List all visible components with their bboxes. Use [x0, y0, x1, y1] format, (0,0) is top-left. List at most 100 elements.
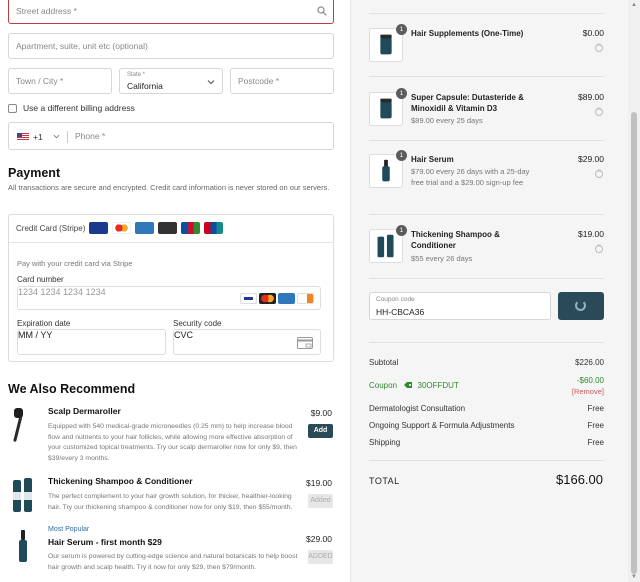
remove-item-icon[interactable] — [595, 42, 603, 52]
scrollbar-thumb[interactable] — [631, 112, 637, 574]
dermaroller-image — [13, 408, 23, 442]
cart-item-subscription: $55 every 26 days — [411, 254, 473, 263]
quantity-badge: 1 — [396, 150, 407, 161]
search-icon — [317, 6, 327, 16]
cart-item-name: Thickening Shampoo & Conditioner — [411, 230, 500, 250]
stripe-note: Pay with your credit card via Stripe — [17, 259, 133, 268]
card-number-label: Card number — [17, 275, 64, 284]
mastercard-icon — [259, 293, 276, 304]
total-value: $166.00 — [556, 472, 603, 487]
coupon-discount: -$60.00 — [576, 376, 604, 385]
support-row: Ongoing Support & Formula Adjustments Fr… — [369, 421, 604, 430]
visa-icon — [89, 222, 108, 234]
shampoo-conditioner-image — [13, 478, 32, 512]
cart-item-subscription: $89.00 every 25 days — [411, 116, 483, 125]
coupon-code-value: HH-CBCA36 — [376, 307, 425, 317]
different-billing-option[interactable]: Use a different billing address — [8, 103, 135, 113]
add-button[interactable]: Add — [308, 424, 333, 438]
chevron-down-icon — [207, 80, 215, 85]
divider — [369, 140, 604, 141]
card-number-input[interactable]: 1234 1234 1234 1234 — [17, 286, 321, 310]
state-select[interactable]: State * California — [119, 68, 223, 94]
coupon-code: 30OFFDUT — [417, 381, 459, 390]
coupon-code-label: Coupon code — [376, 296, 415, 303]
shipping-row: Shipping Free — [369, 438, 604, 447]
subtotal-label: Subtotal — [369, 358, 399, 367]
checkout-form: Street address * Apartment, suite, unit … — [0, 0, 350, 582]
chevron-down-icon[interactable] — [53, 133, 60, 140]
subtotal-row: Subtotal $226.00 — [369, 358, 604, 367]
total-label: TOTAL — [369, 476, 400, 486]
recommend-heading: We Also Recommend — [8, 382, 136, 396]
added-button[interactable]: ADDED — [308, 550, 333, 564]
discover-icon — [297, 293, 314, 304]
added-button[interactable]: Added — [308, 494, 333, 508]
expiration-label: Expiration date — [17, 319, 71, 328]
loading-spinner-icon — [575, 300, 586, 311]
state-value: California — [127, 81, 163, 91]
expiration-input[interactable]: MM / YY — [17, 329, 166, 355]
scroll-down-icon[interactable]: ▼ — [631, 574, 637, 580]
apartment-input[interactable]: Apartment, suite, unit etc (optional) — [8, 33, 334, 59]
cart-item-name: Hair Supplements (One-Time) — [411, 29, 524, 38]
apply-coupon-button[interactable] — [558, 292, 604, 320]
cart-item-name: Hair Serum — [411, 155, 454, 164]
support-label: Ongoing Support & Formula Adjustments — [369, 421, 515, 430]
phone-country-code[interactable]: +1 — [33, 132, 43, 142]
payment-method-header[interactable]: Credit Card (Stripe) — [9, 215, 333, 243]
card-number-brand-icons — [240, 293, 314, 304]
scrollbar[interactable]: ▲ ▼ — [628, 0, 640, 582]
coupon-row: Coupon 30OFFDUT -$60.00 [Remove] — [369, 376, 604, 396]
security-code-input[interactable]: CVC — [173, 329, 321, 355]
billing-checkbox[interactable] — [8, 103, 17, 113]
quantity-badge: 1 — [396, 225, 407, 236]
cart-item-name: Super Capsule: Dutasteride & Minoxidil &… — [411, 93, 524, 113]
unionpay-icon — [204, 222, 223, 234]
remove-coupon-link[interactable]: [Remove] — [572, 387, 604, 396]
quantity-badge: 1 — [396, 24, 407, 35]
postcode-placeholder: Postcode * — [238, 76, 280, 86]
coupon-code-input[interactable]: Coupon code HH-CBCA36 — [369, 292, 551, 320]
most-popular-badge: Most Popular — [48, 526, 90, 533]
jcb-icon — [181, 222, 200, 234]
amex-icon — [278, 293, 295, 304]
recommend-item-desc: Equipped with 540 medical-grade micronee… — [48, 423, 297, 462]
shipping-value: Free — [587, 438, 604, 447]
dermatologist-row: Dermatologist Consultation Free — [369, 404, 604, 413]
dermatologist-label: Dermatologist Consultation — [369, 404, 466, 413]
scroll-up-icon[interactable]: ▲ — [631, 2, 637, 8]
cart-item-price: $0.00 — [582, 28, 604, 38]
phone-input[interactable]: +1 Phone * — [8, 122, 334, 150]
recommend-item-desc: Our serum is powered by cutting-edge sci… — [48, 553, 298, 571]
order-summary: 1 Hair Supplements (One-Time) $0.00 1 Su… — [350, 0, 640, 582]
state-label: State * — [127, 72, 146, 78]
divider — [369, 278, 604, 279]
divider — [369, 13, 604, 14]
coupon-label: Coupon — [369, 381, 398, 390]
mastercard-icon — [112, 222, 131, 234]
recommend-item-price: $29.00 — [306, 534, 332, 544]
recommend-item-desc: The perfect complement to your hair grow… — [48, 493, 293, 511]
recommend-item-price: $19.00 — [306, 478, 332, 488]
recommend-item-name: Thickening Shampoo & Conditioner — [48, 476, 193, 486]
cart-item-price: $19.00 — [578, 229, 604, 239]
hair-serum-image — [19, 530, 27, 562]
city-input[interactable]: Town / City * — [8, 68, 112, 94]
apartment-placeholder: Apartment, suite, unit etc (optional) — [16, 41, 148, 51]
us-flag-icon[interactable] — [17, 133, 29, 141]
remove-item-icon[interactable] — [595, 106, 603, 116]
postcode-input[interactable]: Postcode * — [230, 68, 334, 94]
remove-item-icon[interactable] — [595, 168, 603, 178]
payment-box: Credit Card (Stripe) Pay with your credi… — [8, 214, 334, 362]
subtotal-value: $226.00 — [575, 358, 604, 367]
amex-icon — [135, 222, 154, 234]
quantity-badge: 1 — [396, 88, 407, 99]
card-brand-icons — [89, 222, 223, 234]
remove-item-icon[interactable] — [595, 243, 603, 253]
divider — [369, 460, 604, 461]
phone-divider — [67, 131, 68, 143]
cart-item-price: $89.00 — [578, 92, 604, 102]
expiration-placeholder: MM / YY — [18, 330, 53, 340]
security-code-placeholder: CVC — [174, 330, 194, 340]
street-address-input[interactable]: Street address * — [8, 0, 334, 24]
